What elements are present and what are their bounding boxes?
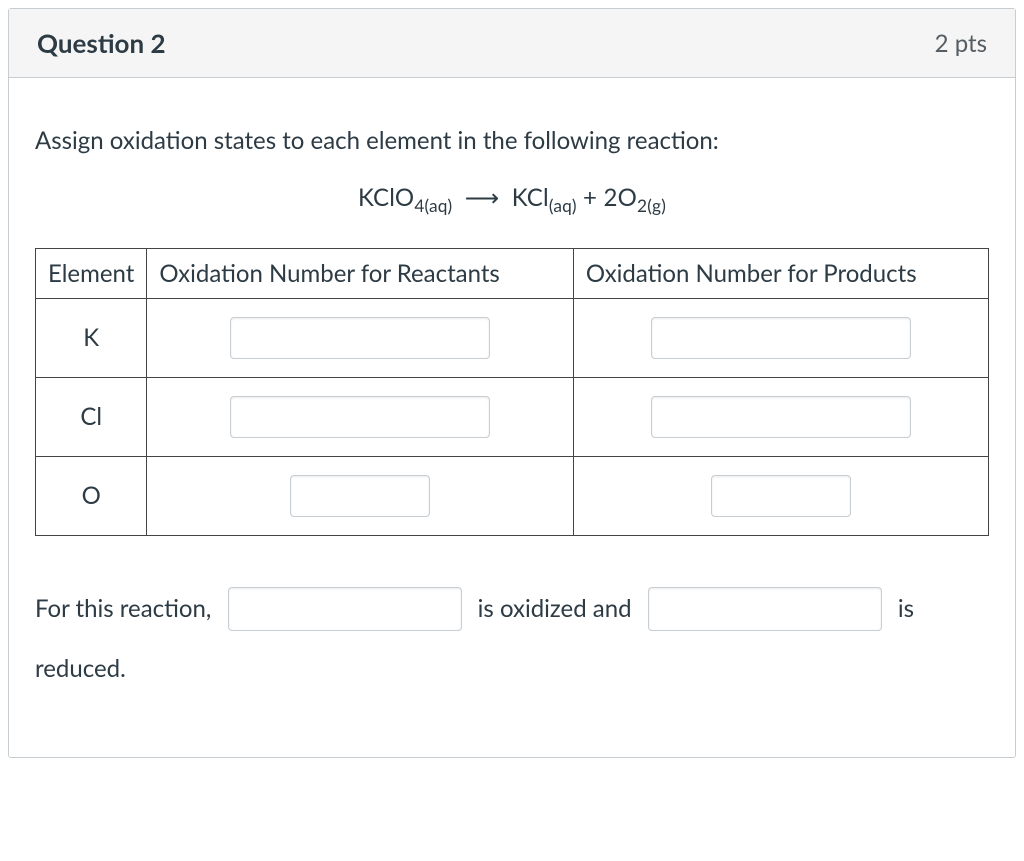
table-row: Cl [36, 377, 989, 456]
product-cell-cl [573, 377, 988, 456]
equation-product2-sub: 2(g) [637, 195, 666, 216]
reaction-equation: KClO4(aq) ⟶ KCl(aq) + 2O2(g) [35, 183, 989, 216]
reactant-cell-k [147, 298, 574, 377]
equation-product1-sub: (aq) [549, 195, 577, 216]
col-products: Oxidation Number for Products [573, 248, 988, 298]
table-row: K [36, 298, 989, 377]
question-card: Question 2 2 pts Assign oxidation states… [8, 8, 1016, 758]
question-points: 2 pts [935, 29, 987, 58]
reactant-cell-o [147, 456, 574, 535]
col-element: Element [36, 248, 147, 298]
sentence-part3: is [898, 594, 914, 623]
element-cell-o: O [36, 456, 147, 535]
fill-sentence: For this reaction, is oxidized and is re… [35, 578, 989, 697]
equation-plus: + 2O [577, 183, 637, 212]
reduced-input[interactable] [648, 587, 882, 631]
oxidation-table: Element Oxidation Number for Reactants O… [35, 248, 989, 536]
reactant-input-k[interactable] [230, 317, 490, 359]
sentence-part4: reduced. [35, 654, 126, 683]
equation-reactant-sub: 4(aq) [414, 195, 452, 216]
reactant-input-o[interactable] [290, 475, 430, 517]
reactant-input-cl[interactable] [230, 396, 490, 438]
question-title: Question 2 [37, 27, 166, 59]
product-input-o[interactable] [711, 475, 851, 517]
sentence-part1: For this reaction, [35, 594, 211, 623]
element-cell-cl: Cl [36, 377, 147, 456]
oxidized-input[interactable] [228, 587, 462, 631]
product-cell-o [573, 456, 988, 535]
sentence-part2: is oxidized and [478, 594, 632, 623]
question-prompt: Assign oxidation states to each element … [35, 126, 989, 155]
element-cell-k: K [36, 298, 147, 377]
product-input-k[interactable] [651, 317, 911, 359]
question-header: Question 2 2 pts [9, 9, 1015, 78]
product-input-cl[interactable] [651, 396, 911, 438]
question-body: Assign oxidation states to each element … [9, 78, 1015, 757]
arrow-icon: ⟶ [459, 183, 506, 212]
equation-product1: KCl [512, 183, 549, 212]
reactant-cell-cl [147, 377, 574, 456]
col-reactants: Oxidation Number for Reactants [147, 248, 574, 298]
table-row: O [36, 456, 989, 535]
table-header-row: Element Oxidation Number for Reactants O… [36, 248, 989, 298]
equation-reactant: KClO [358, 183, 414, 212]
product-cell-k [573, 298, 988, 377]
